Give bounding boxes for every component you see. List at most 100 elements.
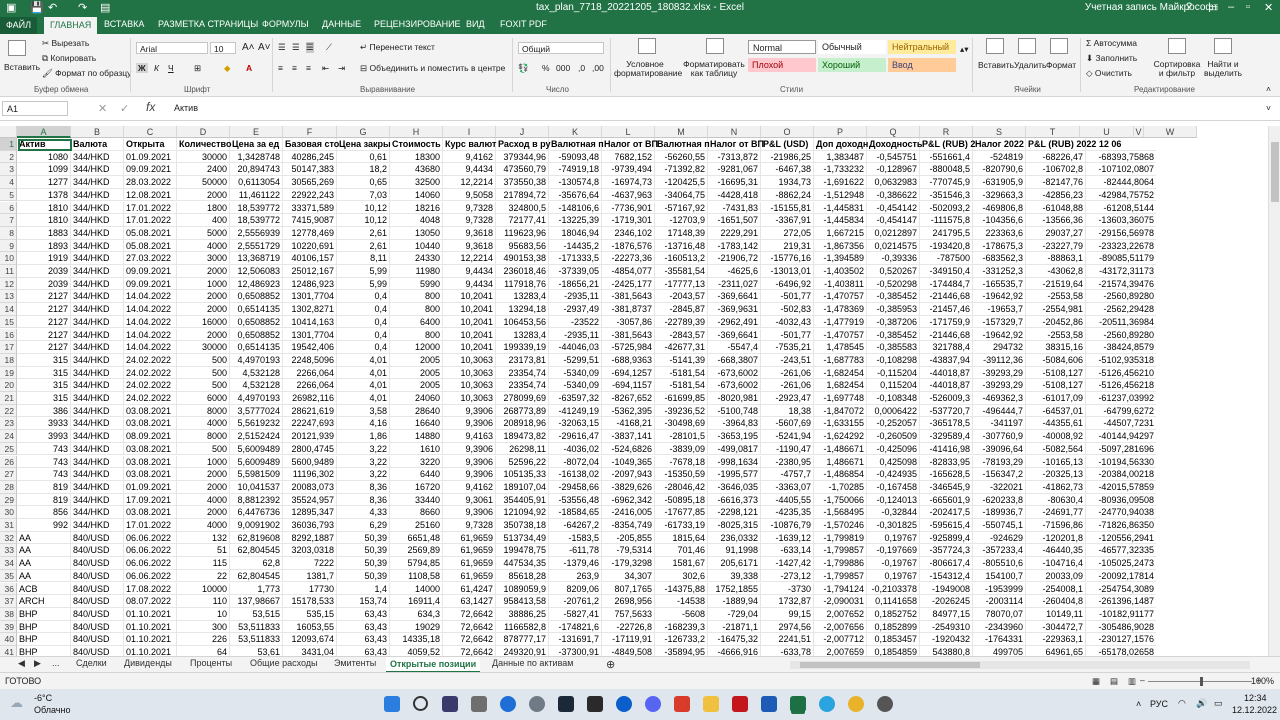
table-cell[interactable]: -820790,6	[973, 163, 1026, 177]
table-cell[interactable]: 2,61	[337, 239, 390, 253]
align-top-icon[interactable]: ☰	[278, 42, 286, 53]
table-cell[interactable]: -8020,981	[708, 392, 761, 405]
table-cell[interactable]: 1,682454	[814, 379, 867, 392]
column-header[interactable]: C	[124, 126, 177, 138]
row-header[interactable]: 9	[0, 239, 17, 253]
table-cell[interactable]: 344/HKD	[71, 353, 124, 367]
table-cell[interactable]: -7678,18	[655, 455, 708, 469]
table-cell[interactable]: -1,682454	[814, 366, 867, 380]
table-cell[interactable]: 223363,6	[973, 226, 1026, 240]
table-cell[interactable]: -189936,7	[973, 506, 1026, 519]
insert-cells-button[interactable]: Вставить	[978, 60, 1014, 70]
table-cell[interactable]: 3,22	[337, 442, 390, 456]
table-cell[interactable]: -1379,46	[549, 557, 602, 570]
table-cell[interactable]: 1099	[17, 163, 71, 177]
table-cell[interactable]: 62,804545	[230, 544, 283, 558]
table-cell[interactable]: -1719,301	[602, 214, 655, 227]
row-header[interactable]: 15	[0, 315, 17, 329]
table-cell[interactable]: -82147,76	[1026, 176, 1086, 189]
volume-icon[interactable]: 🔊	[1196, 698, 1207, 709]
table-cell[interactable]: 2,5152424	[230, 430, 283, 443]
format-painter-button[interactable]: 🖌 Формат по образцу	[42, 68, 131, 79]
column-header[interactable]: H	[390, 126, 443, 138]
table-cell[interactable]: -0,108348	[867, 392, 920, 405]
table-cell[interactable]: 2000	[177, 290, 230, 304]
table-cell[interactable]: 12,2214	[443, 176, 496, 189]
table-cell[interactable]: 208918,96	[496, 417, 549, 431]
style-neutral[interactable]: Нейтральный	[888, 40, 956, 54]
table-cell[interactable]: 12.08.2021	[124, 188, 177, 202]
table-cell[interactable]: -551661,4	[920, 150, 973, 164]
table-cell[interactable]: -5141,39	[655, 353, 708, 367]
table-cell[interactable]: -8354,749	[602, 519, 655, 532]
table-cell[interactable]: 18,2	[337, 163, 390, 177]
table-cell[interactable]: 22	[177, 569, 230, 583]
table-cell[interactable]: 9,7328	[443, 214, 496, 227]
table-cell[interactable]: 1810	[17, 214, 71, 227]
table-cell[interactable]: 72,6642	[443, 646, 496, 656]
style-input[interactable]: Ввод	[888, 58, 956, 72]
table-cell[interactable]: -633,14	[761, 544, 814, 558]
table-cell[interactable]: 9,7328	[443, 201, 496, 215]
bold-icon[interactable]: Ж	[136, 63, 148, 73]
table-cell[interactable]: 9,3906	[443, 506, 496, 519]
column-header[interactable]: W	[1144, 126, 1197, 138]
terminal-icon[interactable]	[587, 696, 603, 712]
column-header[interactable]: P	[814, 126, 867, 138]
table-cell[interactable]: ARCH	[17, 595, 71, 608]
table-cell[interactable]: -35581,54	[655, 265, 708, 278]
table-cell[interactable]: -665601,9	[920, 493, 973, 507]
table-cell[interactable]: 878777,17	[496, 633, 549, 646]
table-cell[interactable]: 263,9	[549, 569, 602, 583]
table-cell[interactable]: 14.04.2022	[124, 303, 177, 316]
table-cell[interactable]: 272,05	[761, 226, 814, 240]
table-cell[interactable]: -770745,9	[920, 176, 973, 189]
table-cell[interactable]: -21871,1	[708, 620, 761, 634]
table-cell[interactable]: 13050	[390, 226, 443, 240]
format-cells-button[interactable]: Формат	[1046, 60, 1076, 70]
table-cell[interactable]: -2097,943	[602, 468, 655, 481]
table-cell[interactable]: 4,01	[337, 353, 390, 367]
zoom-slider[interactable]	[1148, 677, 1252, 686]
table-cell[interactable]: 379344,96	[496, 150, 549, 164]
table-cell[interactable]: -10182,91177	[1086, 608, 1156, 621]
table-cell[interactable]: 2127	[17, 328, 71, 342]
table-cell[interactable]: 9,3906	[443, 455, 496, 469]
comma-style-icon[interactable]: 000	[556, 63, 570, 73]
table-cell[interactable]: 01.10.2021	[124, 646, 177, 656]
row-header[interactable]: 5	[0, 188, 17, 202]
table-cell[interactable]: -260404,8	[1026, 595, 1086, 608]
table-cell[interactable]: 9,4434	[443, 265, 496, 278]
table-cell[interactable]: -4757,7	[761, 468, 814, 481]
row-header[interactable]: 36	[0, 582, 17, 596]
table-cell[interactable]: -1,867356	[814, 239, 867, 253]
app-icon[interactable]	[529, 696, 545, 712]
table-cell[interactable]: -5126,456210	[1086, 367, 1156, 380]
header-cell[interactable]: Налог от ВП	[708, 138, 764, 151]
table-cell[interactable]: -2554,981	[1026, 303, 1086, 316]
table-cell[interactable]: 6000	[177, 392, 230, 405]
tab-page-layout[interactable]: РАЗМЕТКА СТРАНИЦЫ	[158, 19, 258, 29]
table-cell[interactable]: -4032,43	[761, 315, 814, 329]
table-cell[interactable]: -261,06	[761, 379, 814, 392]
table-cell[interactable]: 2000	[177, 265, 230, 278]
table-cell[interactable]: -2560,89280	[1086, 329, 1156, 342]
table-cell[interactable]: 9,3906	[443, 404, 496, 418]
table-cell[interactable]: -126733,2	[655, 633, 708, 646]
table-cell[interactable]: 61,9659	[443, 531, 496, 545]
table-cell[interactable]: 543880,8	[920, 646, 973, 656]
table-cell[interactable]: -351546,3	[920, 188, 973, 202]
table-cell[interactable]: 99,15	[761, 607, 814, 621]
table-cell[interactable]: -29458,66	[549, 480, 602, 494]
table-cell[interactable]: -29156,56978	[1086, 227, 1156, 240]
table-cell[interactable]: 1000	[177, 455, 230, 469]
table-cell[interactable]: -0,39336	[867, 252, 920, 265]
table-cell[interactable]: 324800,5	[496, 201, 549, 215]
table-cell[interactable]: -104356,6	[973, 214, 1026, 227]
table-cell[interactable]: 23173,81	[496, 353, 549, 367]
table-cell[interactable]: -44018,87	[920, 366, 973, 380]
table-cell[interactable]: -496444,7	[973, 404, 1026, 418]
wifi-icon[interactable]: ◠	[1178, 698, 1186, 709]
sheet-tab-dividends[interactable]: Дивиденды	[124, 658, 172, 668]
table-cell[interactable]: -254754,3089	[1086, 583, 1156, 596]
